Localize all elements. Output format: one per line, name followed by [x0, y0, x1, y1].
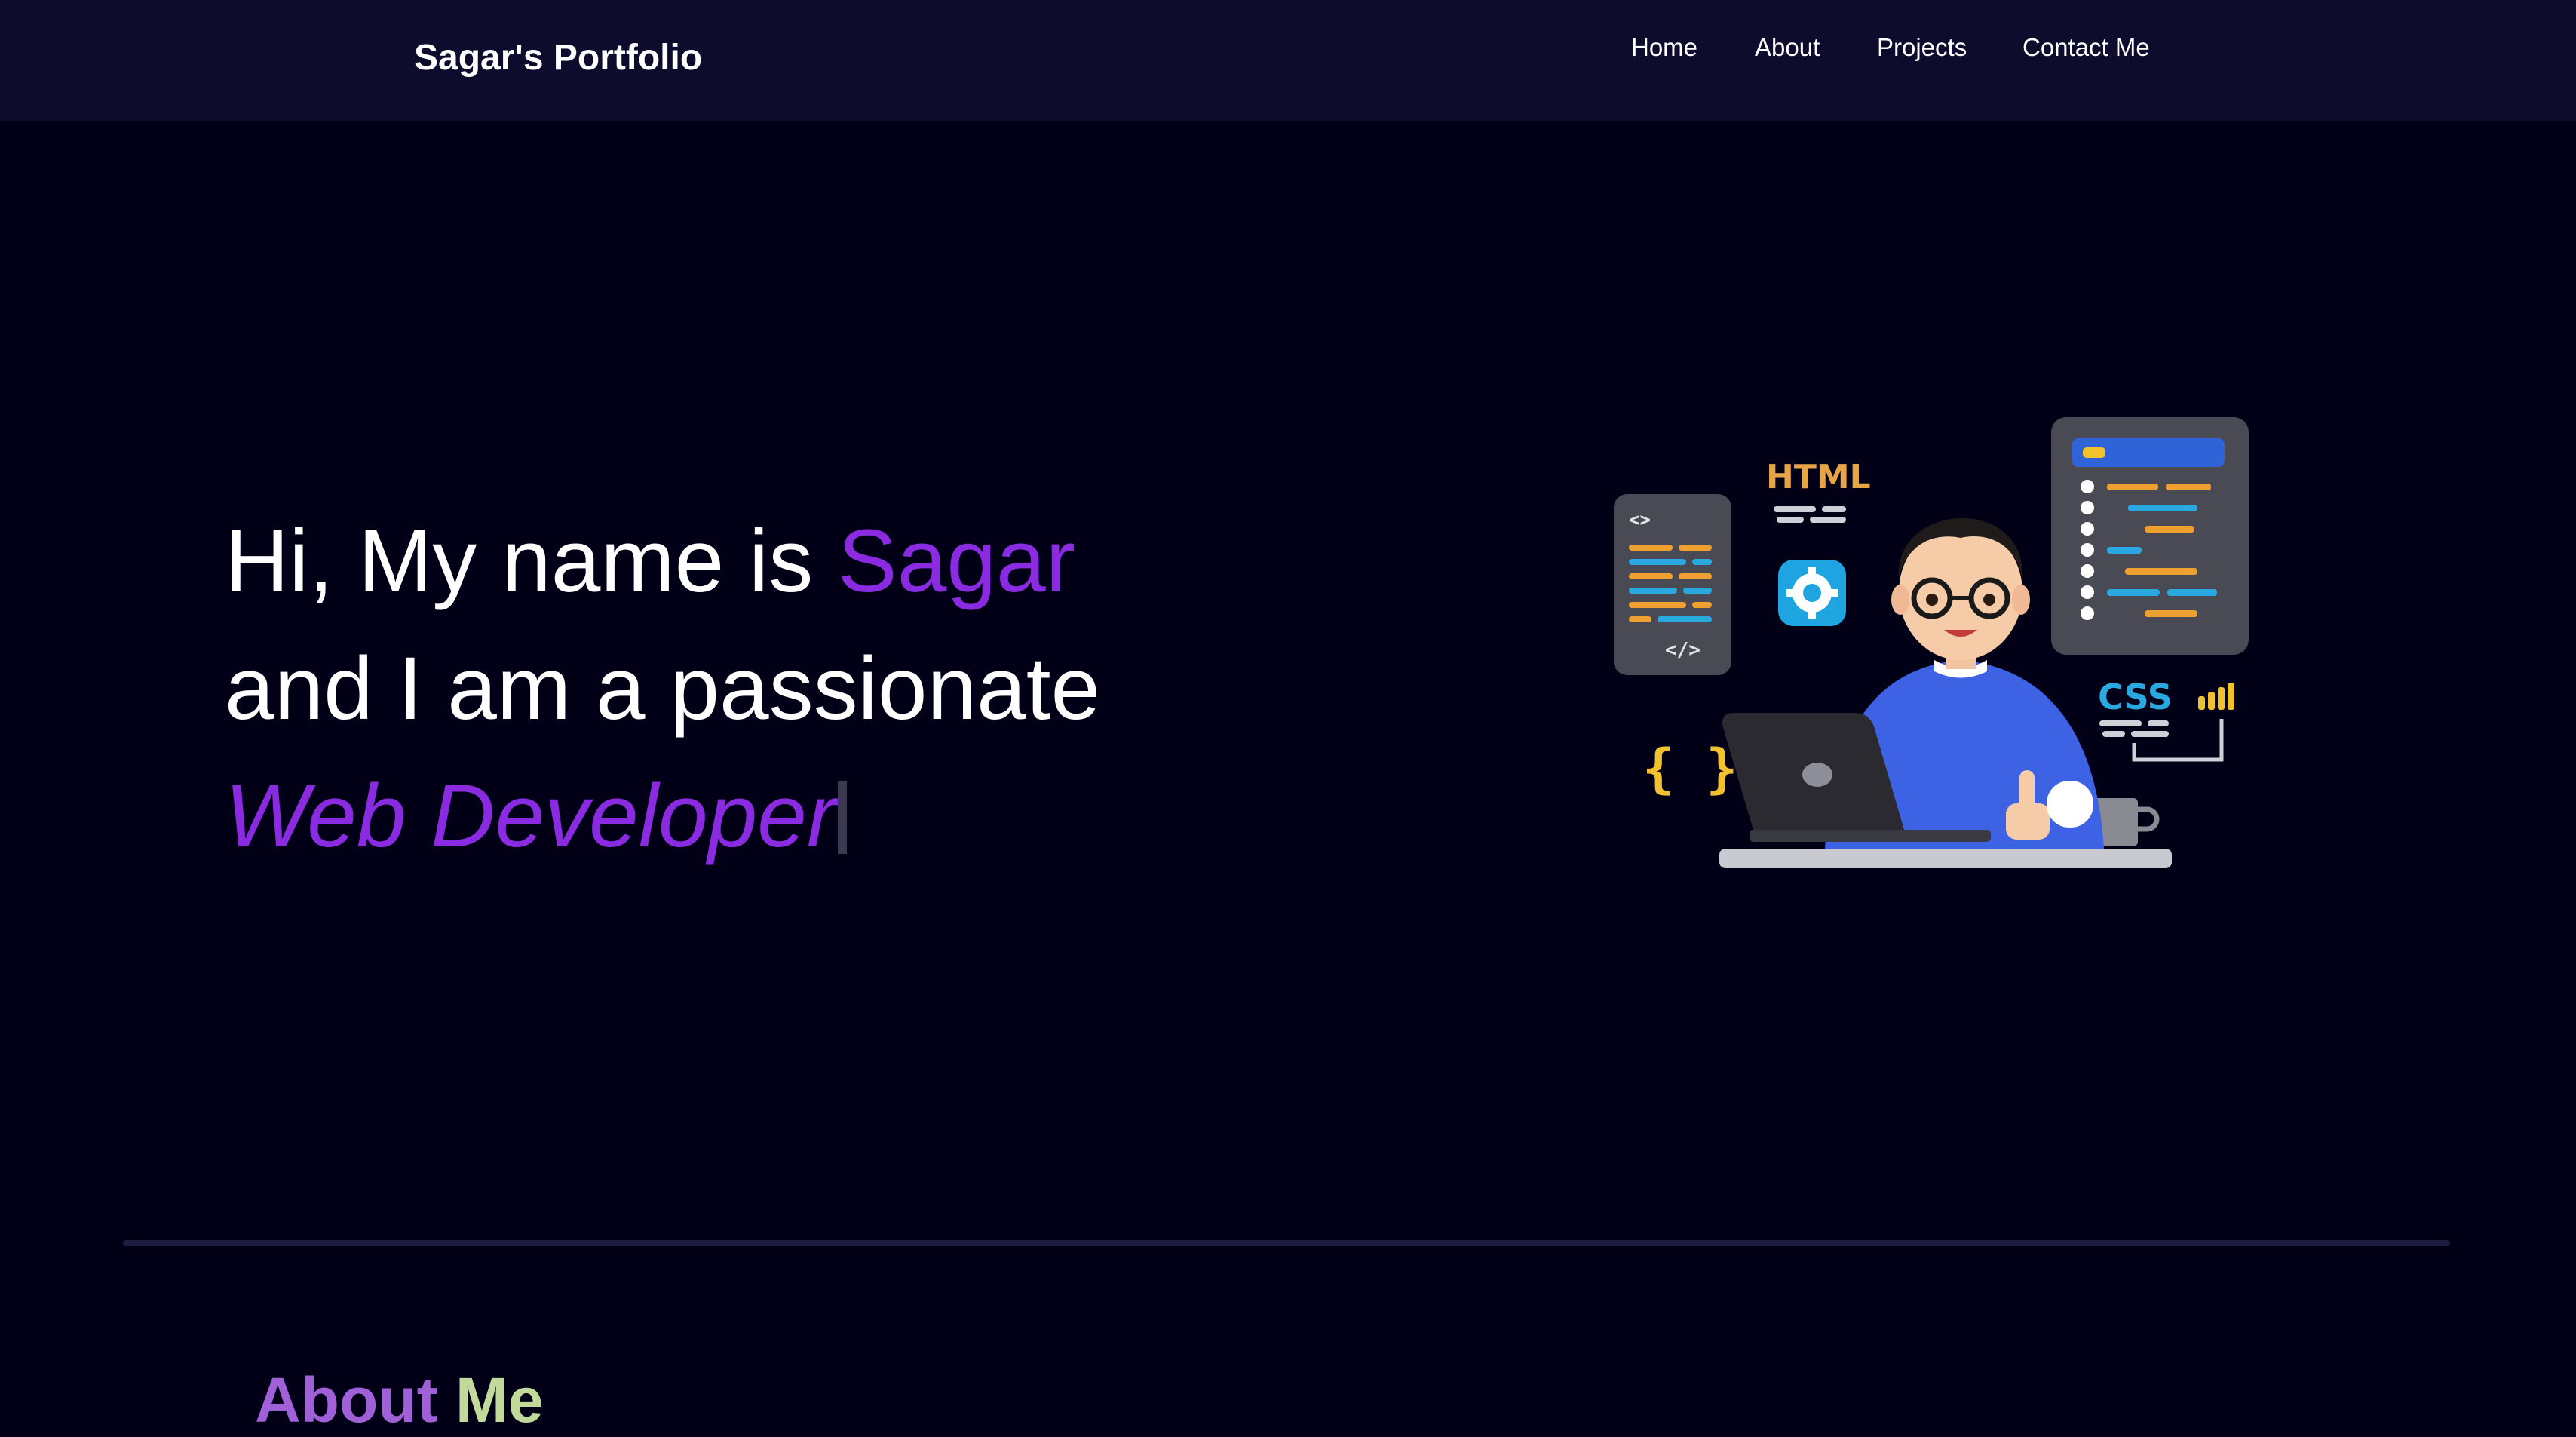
hero-greeting: Hi, My name is	[225, 511, 839, 611]
hero-heading: Hi, My name is Sagar and I am a passiona…	[225, 498, 1100, 880]
navbar: Sagar's Portfolio Home About Projects Co…	[0, 0, 2576, 121]
hero-line-1: Hi, My name is Sagar	[225, 498, 1100, 625]
about-section-title: About Me	[255, 1364, 544, 1437]
nav-link-contact[interactable]: Contact Me	[2022, 33, 2150, 62]
section-divider	[123, 1240, 2450, 1246]
typed-role-text: Web Developer	[225, 766, 837, 866]
hero-line-2: and I am a passionate	[225, 639, 1101, 738]
hero-line-3: Web Developer	[225, 753, 1100, 880]
about-title-part1: About	[255, 1364, 455, 1435]
nav-link-projects[interactable]: Projects	[1877, 33, 1967, 62]
code-panel-icon	[2051, 417, 2249, 655]
code-close-tag: </>	[1665, 639, 1700, 662]
nav-link-home[interactable]: Home	[1631, 33, 1697, 62]
css-label: CSS	[2098, 677, 2173, 717]
developer-illustration: <> </> HTML { } CSS	[1614, 417, 2249, 868]
about-title-part2: Me	[455, 1364, 544, 1435]
typing-cursor	[838, 781, 848, 854]
hero-name: Sagar	[838, 511, 1075, 611]
gear-icon	[1778, 560, 1846, 626]
code-open-tag: <>	[1629, 509, 1651, 530]
braces-icon: { }	[1642, 738, 1737, 800]
bar-chart-icon	[2198, 683, 2234, 710]
html-label: HTML	[1766, 458, 1871, 496]
code-panel-icon: <> </>	[1614, 494, 1731, 675]
nav-links: Home About Projects Contact Me	[0, 33, 2576, 63]
nav-link-about[interactable]: About	[1755, 33, 1820, 62]
